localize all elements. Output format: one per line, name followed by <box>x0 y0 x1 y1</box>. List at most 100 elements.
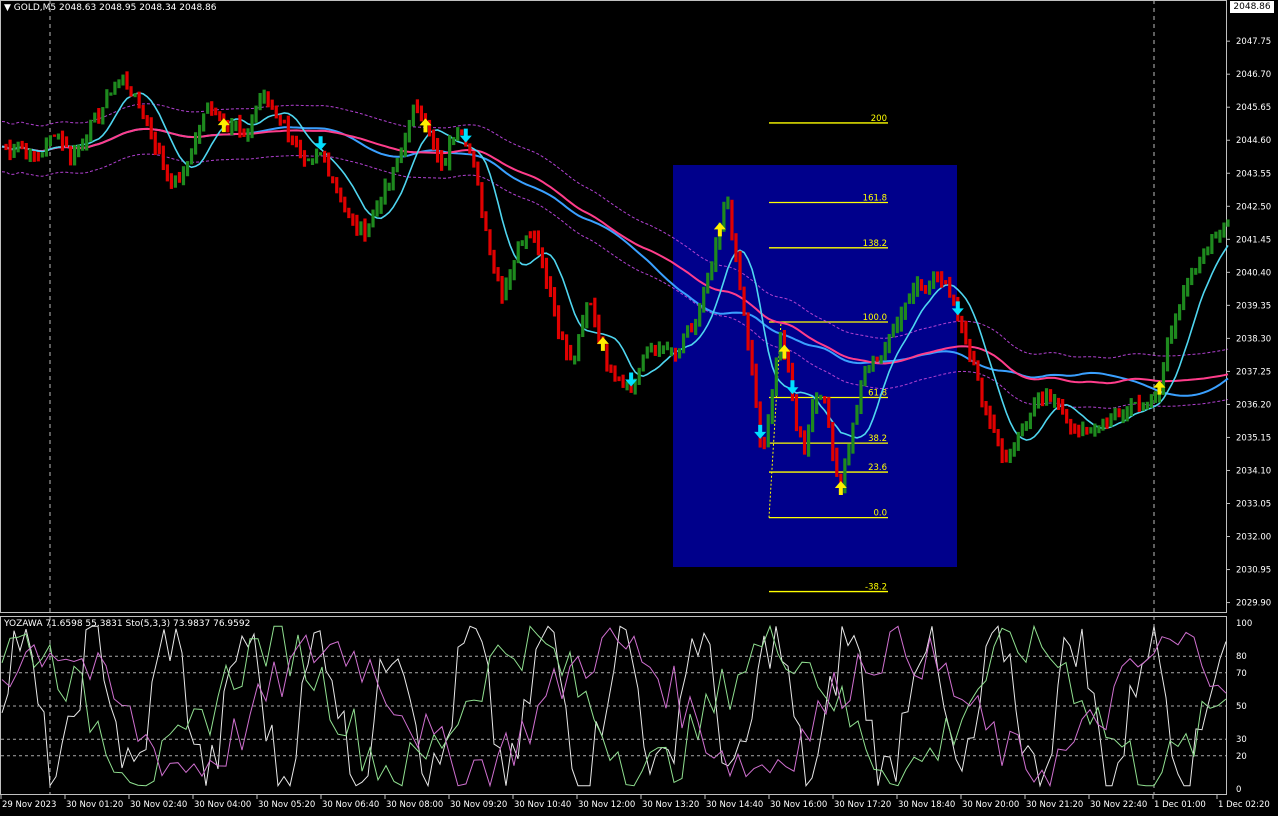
price-bar <box>157 142 161 155</box>
price-bar <box>673 347 678 362</box>
price-bar <box>266 91 270 108</box>
time-tick-label: 30 Nov 01:20 <box>66 800 123 810</box>
price-bar <box>460 129 464 136</box>
price-bar <box>97 108 101 124</box>
price-bar <box>1186 277 1190 297</box>
price-bar <box>1061 399 1065 415</box>
price-bar <box>1073 423 1077 434</box>
price-bar <box>375 200 379 217</box>
price-bar <box>730 199 734 241</box>
price-bar <box>528 231 532 239</box>
price-bar <box>496 267 500 282</box>
price-bar <box>766 414 770 448</box>
price-bar <box>1218 229 1222 243</box>
price-bar <box>637 367 641 385</box>
price-bar <box>234 120 238 132</box>
price-bar <box>407 119 411 143</box>
price-bar <box>988 405 992 429</box>
time-tick-label: 30 Nov 02:40 <box>130 800 187 810</box>
price-bar <box>177 171 182 183</box>
price-bar <box>1032 397 1037 417</box>
price-bar <box>85 134 89 151</box>
price-bar <box>911 282 916 305</box>
time-tick-label: 30 Nov 16:00 <box>770 800 827 810</box>
price-bar <box>238 114 242 138</box>
price-bar <box>879 355 883 364</box>
price-bar <box>516 241 520 264</box>
time-tick-label: 30 Nov 08:00 <box>386 800 443 810</box>
price-bar <box>210 101 214 116</box>
price-bar <box>399 147 403 164</box>
price-bar <box>278 114 282 126</box>
price-bar <box>355 214 359 236</box>
price-bar <box>419 105 424 122</box>
price-bar <box>1081 421 1085 437</box>
price-bar <box>24 143 28 160</box>
price-bar <box>1145 401 1149 410</box>
price-tick-label: 2033.05 <box>1236 499 1271 509</box>
price-bar <box>343 196 347 213</box>
price-bar <box>1008 448 1012 464</box>
price-bar <box>411 104 415 127</box>
price-bar <box>875 356 879 362</box>
price-bar <box>16 141 20 153</box>
symbol-name: GOLD,M5 <box>13 3 57 13</box>
price-bar <box>371 209 375 228</box>
price-bar <box>548 276 553 298</box>
price-bar <box>439 150 444 171</box>
price-bar <box>694 318 698 336</box>
time-tick-label: 30 Nov 14:40 <box>706 800 763 810</box>
oscillator-level-label: 80 <box>1236 652 1247 662</box>
price-bar <box>992 414 996 433</box>
fib-level-label: 200 <box>871 114 887 124</box>
price-bar <box>64 136 69 148</box>
price-bar <box>165 164 169 182</box>
price-bar <box>1040 391 1045 407</box>
price-bar <box>1194 268 1198 275</box>
oscillator-level-label: 30 <box>1236 735 1247 745</box>
price-bar <box>960 315 964 334</box>
price-bar <box>379 196 383 214</box>
price-bar <box>750 339 754 376</box>
time-tick-label: 30 Nov 13:20 <box>642 800 699 810</box>
mt4-chart-window[interactable]: 200 161.8 138.2 100.0 61.8 38.2 23.6 0.0 -38.2 2… <box>0 0 1278 812</box>
price-bar <box>230 118 234 136</box>
price-bar <box>1210 234 1214 255</box>
price-chart[interactable]: 200161.8138.2100.061.838.223.60.0-38.2 2… <box>0 0 1278 812</box>
price-bar <box>1169 325 1174 344</box>
price-bar <box>754 363 758 408</box>
price-bar <box>915 276 920 297</box>
price-bar <box>1048 389 1053 402</box>
price-bar <box>544 257 549 289</box>
symbol-header: ▼ GOLD,M5 2048.63 2048.95 2048.34 2048.8… <box>4 3 216 13</box>
price-tick-label: 2032.00 <box>1236 533 1271 543</box>
price-bar <box>871 355 875 372</box>
price-bar <box>665 341 670 351</box>
price-bar <box>609 364 613 373</box>
price-bar <box>552 287 557 317</box>
price-bar <box>617 376 621 382</box>
price-tick-label: 2047.75 <box>1236 37 1271 47</box>
price-tick-label: 2046.70 <box>1236 70 1271 80</box>
price-bar <box>1137 394 1141 412</box>
price-bar <box>1178 304 1182 321</box>
price-bar <box>702 286 706 313</box>
price-bar <box>125 71 129 90</box>
price-bar <box>488 229 492 256</box>
price-bar <box>48 135 52 147</box>
price-bar <box>1044 388 1049 406</box>
price-bar <box>1020 423 1024 437</box>
price-bar <box>113 81 117 95</box>
price-bar <box>456 127 460 141</box>
price-bar <box>948 276 952 298</box>
fib-level-label: 100.0 <box>863 313 887 323</box>
time-tick-label: 30 Nov 10:40 <box>514 800 571 810</box>
price-bar <box>1190 267 1194 286</box>
price-bar <box>1125 406 1129 422</box>
price-bar <box>290 135 294 146</box>
price-bar <box>72 144 77 166</box>
price-bar <box>214 107 218 116</box>
dropdown-triangle-icon[interactable]: ▼ <box>4 3 11 13</box>
price-bar <box>835 447 839 477</box>
price-bar <box>907 293 912 304</box>
